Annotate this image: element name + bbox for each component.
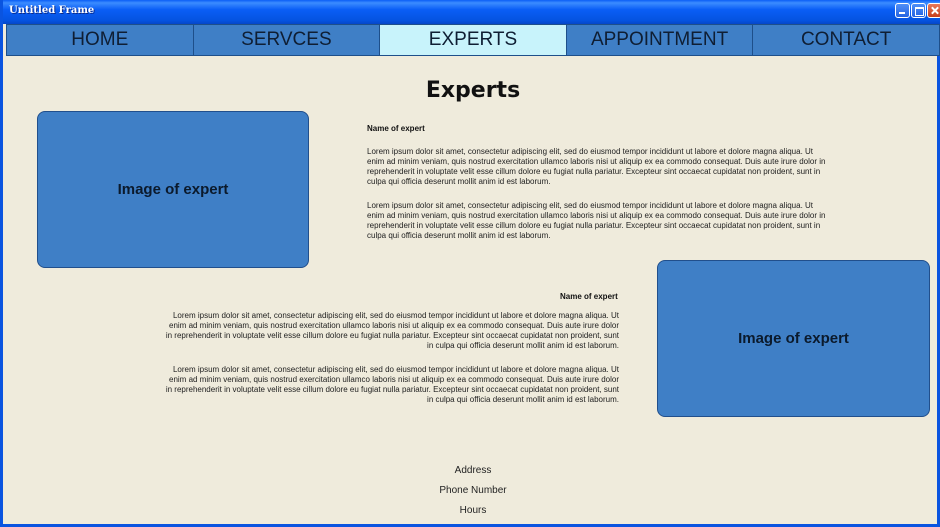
expert-image-label-2: Image of expert bbox=[738, 330, 849, 347]
main-nav: HOME SERVCES EXPERTS APPOINTMENT CONTACT bbox=[6, 24, 940, 56]
footer-phone: Phone Number bbox=[439, 485, 507, 496]
maximize-icon[interactable] bbox=[911, 3, 926, 18]
expert-2-paragraph-2: Lorem ipsum dolor sit amet, consectetur … bbox=[165, 365, 619, 404]
title-bar[interactable]: Untitled Frame bbox=[3, 0, 940, 24]
page-title: Experts bbox=[425, 78, 521, 103]
window-title: Untitled Frame bbox=[9, 5, 95, 16]
nav-contact[interactable]: CONTACT bbox=[753, 25, 939, 55]
expert-1-paragraph-2: Lorem ipsum dolor sit amet, consectetur … bbox=[367, 201, 826, 240]
expert-name-2: Name of expert bbox=[560, 292, 618, 301]
expert-1-paragraph-1: Lorem ipsum dolor sit amet, consectetur … bbox=[367, 147, 826, 186]
expert-image-label-1: Image of expert bbox=[117, 181, 229, 198]
close-icon[interactable] bbox=[927, 3, 940, 18]
expert-2-paragraph-1: Lorem ipsum dolor sit amet, consectetur … bbox=[165, 311, 619, 350]
minimize-icon[interactable] bbox=[895, 3, 910, 18]
nav-experts[interactable]: EXPERTS bbox=[380, 25, 567, 55]
expert-name-1: Name of expert bbox=[367, 124, 425, 133]
nav-services[interactable]: SERVCES bbox=[193, 25, 381, 55]
nav-appointment[interactable]: APPOINTMENT bbox=[566, 25, 754, 55]
app-window: Untitled Frame HOME SERVCES EXPERTS APPO… bbox=[0, 0, 940, 527]
nav-home[interactable]: HOME bbox=[7, 25, 194, 55]
footer-address: Address bbox=[454, 465, 492, 476]
footer-hours: Hours bbox=[459, 505, 487, 516]
expert-image-1: Image of expert bbox=[37, 111, 309, 268]
expert-image-2: Image of expert bbox=[657, 260, 930, 417]
